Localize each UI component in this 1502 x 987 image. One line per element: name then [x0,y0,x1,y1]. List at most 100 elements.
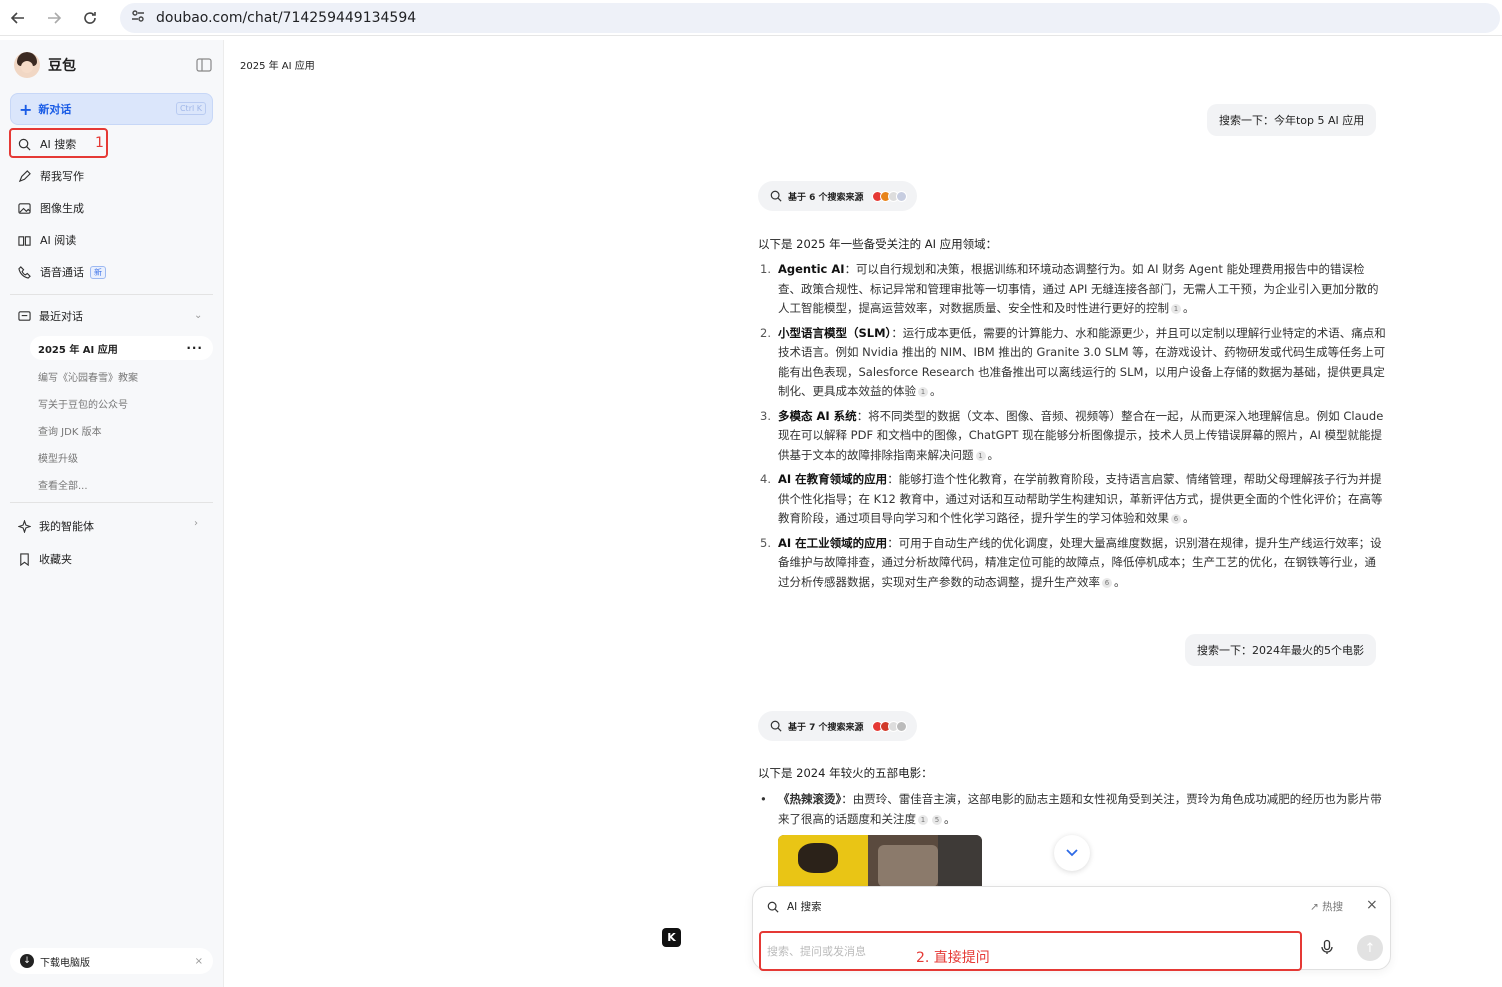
chat-bubble-icon [18,310,31,321]
new-badge: 新 [90,265,106,279]
history-item[interactable]: 写关于豆包的公众号 [38,396,128,411]
answer-item-end: 。 [930,384,942,398]
poster-shape [798,843,838,873]
reload-button[interactable] [72,0,108,36]
citation-badge[interactable]: 1 [975,450,986,461]
microphone-icon[interactable] [1319,939,1335,955]
movie-end: 。 [944,811,956,826]
my-agents-label: 我的智能体 [39,520,94,533]
poster-shape [938,835,982,887]
close-icon[interactable]: × [195,956,203,967]
download-icon: ↓ [20,954,34,968]
citation-badge[interactable]: 1 [918,387,928,397]
sidebar-item-label: 语音通话 [40,266,84,279]
hot-search-button[interactable]: ↗ 热搜 [1310,899,1343,914]
phone-icon [18,265,32,279]
sources-button[interactable]: 基于 6 个搜索来源 [758,181,917,211]
scroll-to-bottom-button[interactable] [1054,835,1090,871]
sidebar-item-image-gen[interactable]: 图像生成 [10,194,213,222]
sidebar-item-label: 图像生成 [40,202,84,215]
doubao-avatar [14,52,40,78]
arrow-left-icon [10,11,24,24]
movie-poster-image[interactable] [778,835,982,887]
view-all-link[interactable]: 查看全部... [38,477,88,492]
search-mode-label: AI 搜索 [787,901,822,913]
answer-item-title: AI 在工业领域的应用 [778,535,888,550]
citation-badge[interactable]: 5 [932,814,942,825]
sources-button[interactable]: 基于 7 个搜索来源 [758,711,917,741]
bullet-icon: • [760,792,767,806]
new-chat-button[interactable]: + 新对话 Ctrl K [10,93,213,125]
answer-item: 2. 小型语言模型（SLM）：运行成本更低，需要的计算能力、水和能源更少，并且可以… [758,324,1386,402]
answer-item-text: ：可以自行规划和决策，根据训练和环境动态调整行为。如 AI 财务 Agent 能… [778,262,1379,315]
search-icon [767,901,779,913]
message-input[interactable] [759,931,1302,971]
answer-item-title: AI 在教育领域的应用 [778,472,888,486]
back-button[interactable] [0,0,36,36]
list-number: 1. [760,262,771,276]
address-bar[interactable]: doubao.com/chat/714259449134594 [120,3,1500,33]
sidebar: 豆包 + 新对话 Ctrl K AI 搜索 1 帮我写作 图像生成 AI 阅读 … [0,40,224,987]
answer-item-title: 小型语言模型（SLM） [778,325,892,340]
k-extension-icon[interactable]: K [662,928,681,947]
movie-text: ：由贾玲、雷佳音主演，这部电影的励志主题和女性视角受到关注，贾玲为角色成功减肥的… [778,792,1382,826]
sidebar-item-voice-call[interactable]: 语音通话 新 [10,258,213,286]
send-button[interactable]: ↑ [1357,935,1383,961]
browser-toolbar: doubao.com/chat/714259449134594 [0,0,1502,36]
brand[interactable]: 豆包 [14,52,76,78]
list-item: • 《热辣滚烫》：由贾玲、雷佳音主演，这部电影的励志主题和女性视角受到关注，贾玲… [758,790,1386,829]
more-options-icon[interactable]: ··· [186,341,203,355]
user-message: 搜索一下：2024年最火的5个电影 [1185,634,1376,666]
new-chat-label: 新对话 [38,103,72,116]
answer-intro: 以下是 2024 年较火的五部电影： [758,766,933,780]
history-item[interactable]: 查询 JDK 版本 [38,423,102,438]
recent-chats-label: 最近对话 [39,310,83,323]
search-icon [770,190,782,202]
reload-icon [84,11,96,24]
sidebar-item-label: AI 阅读 [40,234,77,247]
citation-badge[interactable]: 6 [1102,577,1112,588]
chat-composer: AI 搜索 ↗ 热搜 × ↑ [752,886,1391,971]
answer-item: 5. AI 在工业领域的应用：可用于自动生产线的优化调度，处理大量高维度数据，识别… [758,534,1386,593]
url-text[interactable]: doubao.com/chat/714259449134594 [156,10,416,26]
annotation-number-2: 2. 直接提问 [916,950,990,966]
history-item[interactable]: 编写《沁园春雪》教案 [38,369,138,384]
poster-shape [878,845,938,887]
answer-item-end: 。 [1183,301,1195,315]
favorites-label: 收藏夹 [39,553,72,566]
sidebar-item-ai-reading[interactable]: AI 阅读 [10,226,213,254]
sidebar-divider [10,294,213,295]
history-item-active[interactable]: 2025 年 AI 应用 ··· [30,336,213,360]
download-desktop-button[interactable]: ↓ 下载电脑版 × [10,948,213,974]
hot-search-label: 热搜 [1322,901,1344,913]
answer-item-end: 。 [1114,574,1126,589]
history-item-label: 2025 年 AI 应用 [38,344,118,356]
answer-item-end: 。 [987,447,1000,462]
citation-badge[interactable]: 1 [918,814,928,825]
user-message: 搜索一下：今年top 5 AI 应用 [1207,104,1377,136]
citation-badge[interactable]: 6 [1171,514,1181,524]
citation-badge[interactable]: 1 [1171,304,1181,314]
history-item[interactable]: 模型升级 [38,450,78,465]
source-favicons [871,720,907,732]
sidebar-collapse-icon[interactable] [196,58,212,72]
answer-item: 3. 多模态 AI 系统：将不同类型的数据（文本、图像、音频、视频等）整合在一起，… [758,407,1386,466]
chevron-right-icon[interactable]: › [194,518,198,529]
answer-item: 4. AI 在教育领域的应用：能够打造个性化教育，在学前教育阶段，支持语言启蒙、情… [758,470,1386,529]
shortcut-hint: Ctrl K [175,102,206,115]
sources-label: 基于 6 个搜索来源 [788,192,864,203]
chevron-down-icon[interactable]: ⌄ [194,310,202,321]
list-number: 2. [760,325,771,340]
sidebar-item-writing[interactable]: 帮我写作 [10,162,213,190]
recent-chats-header[interactable]: 最近对话 [18,308,83,324]
forward-button[interactable] [36,0,72,36]
close-icon[interactable]: × [1366,897,1378,913]
sidebar-item-my-agents[interactable]: 我的智能体 [18,518,94,534]
chevron-down-icon [1066,849,1078,857]
answer-item-title: 多模态 AI 系统 [778,408,857,423]
search-mode-chip[interactable]: AI 搜索 [767,899,822,914]
sidebar-item-favorites[interactable]: 收藏夹 [18,551,72,567]
movie-title: 《热辣滚烫》 [778,792,842,806]
site-settings-icon[interactable] [130,8,146,28]
list-number: 3. [760,408,771,423]
